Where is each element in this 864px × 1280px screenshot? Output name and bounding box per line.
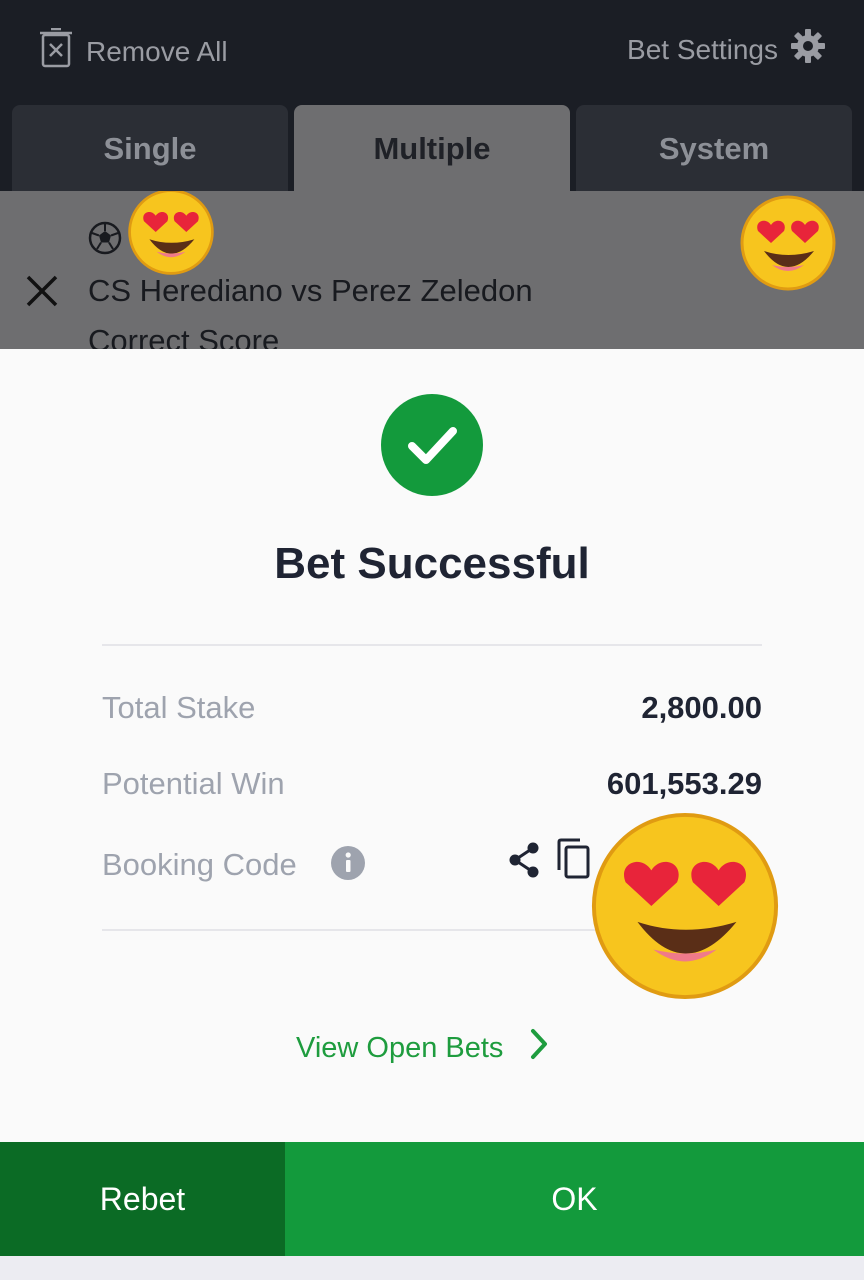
bet-type-tabs: Single Multiple System xyxy=(0,100,864,192)
remove-all-button[interactable]: Remove All xyxy=(40,27,228,75)
share-icon[interactable] xyxy=(506,841,542,884)
bottom-strip xyxy=(0,1256,864,1280)
view-open-bets-link[interactable]: View Open Bets xyxy=(296,1028,549,1068)
bet-settings-button[interactable]: Bet Settings xyxy=(627,28,826,71)
heart-eyes-emoji-icon xyxy=(126,191,216,282)
close-icon[interactable] xyxy=(24,273,60,314)
modal-title: Bet Successful xyxy=(274,539,590,588)
soccer-ball-icon xyxy=(88,221,122,260)
remove-all-label: Remove All xyxy=(86,35,228,67)
info-icon[interactable] xyxy=(331,846,365,885)
booking-code-label: Booking Code xyxy=(102,847,297,882)
potential-win-label: Potential Win xyxy=(102,766,285,801)
chevron-right-icon xyxy=(529,1028,549,1068)
total-stake-label: Total Stake xyxy=(102,690,256,725)
ok-button[interactable]: OK xyxy=(285,1142,864,1256)
rebet-button[interactable]: Rebet xyxy=(0,1142,285,1256)
bet-settings-label: Bet Settings xyxy=(627,33,778,65)
bet-selection: CS Herediano vs Perez Zeledon Correct Sc… xyxy=(0,191,864,349)
heart-eyes-emoji-icon xyxy=(586,807,784,1010)
tab-multiple[interactable]: Multiple xyxy=(294,105,570,192)
view-open-bets-label: View Open Bets xyxy=(296,1031,504,1064)
success-check-icon xyxy=(380,393,484,502)
divider xyxy=(102,644,762,646)
bet-success-modal: Bet Successful Total Stake 2,800.00 Pote… xyxy=(0,349,864,1142)
tab-single[interactable]: Single xyxy=(12,105,288,192)
total-stake-value: 2,800.00 xyxy=(641,690,762,725)
trash-icon xyxy=(40,27,72,75)
potential-win-value: 601,553.29 xyxy=(606,766,762,801)
tab-system[interactable]: System xyxy=(576,105,852,192)
heart-eyes-emoji-icon xyxy=(738,193,838,298)
gear-icon xyxy=(790,28,826,71)
top-bar: Remove All Bet Settings xyxy=(0,0,864,100)
market-name: Correct Score xyxy=(88,323,280,349)
